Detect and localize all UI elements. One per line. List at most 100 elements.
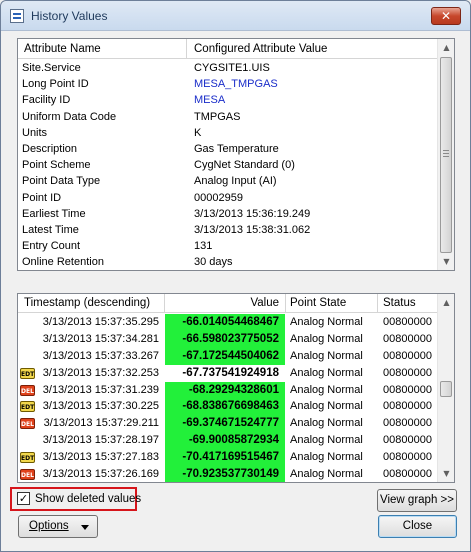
attribute-value: 131 [194,240,213,253]
close-button[interactable]: Close [378,515,457,538]
status-cell: 00800000 [383,417,432,430]
status-cell: 00800000 [383,316,432,328]
status-cell: 00800000 [383,468,432,481]
attribute-row[interactable]: Long Point ID MESA_TMPGAS [18,76,438,92]
title-bar[interactable]: History Values ✕ [1,1,470,31]
attribute-value: 3/13/2013 15:38:31.062 [194,223,311,236]
column-header-attribute-name[interactable]: Attribute Name [18,39,187,59]
status-cell: 00800000 [383,349,432,362]
attribute-row[interactable]: Latest Time 3/13/2013 15:38:31.062 [18,222,438,238]
edited-badge-icon: EDT [20,367,35,379]
attribute-value: 00002959 [194,191,243,204]
attribute-value: TMPGAS [194,110,241,123]
column-header-timestamp[interactable]: Timestamp (descending) [18,294,165,313]
column-header-point-state[interactable]: Point State [286,294,378,313]
show-deleted-label[interactable]: Show deleted values [35,493,141,505]
scrollbar-thumb[interactable] [440,381,452,397]
show-deleted-checkbox[interactable]: ✓ [17,492,30,505]
attribute-row[interactable]: Point Data Type Analog Input (AI) [18,173,438,189]
scroll-up-arrow-icon[interactable]: ▲ [438,294,454,311]
status-cell: 00800000 [383,400,432,413]
attribute-row[interactable]: Point ID 00002959 [18,190,438,206]
attribute-row[interactable]: Site.Service CYGSITE1.UIS [18,60,438,76]
window-title: History Values [31,9,108,23]
status-cell: 00800000 [383,366,432,379]
status-cell: 00800000 [383,451,432,464]
history-row[interactable]: DEL 3/13/2013 15:37:26.169 -70.92353773014… [18,466,438,482]
history-row[interactable]: DEL 3/13/2013 15:37:29.211 -69.37467152477… [18,415,438,433]
attribute-value-link[interactable]: MESA [194,94,225,106]
history-row[interactable]: EDT 3/13/2013 15:37:32.253 -67.73754192491… [18,365,438,382]
timestamp-cell: 3/13/2013 15:37:31.239 [42,383,159,396]
point-state-cell: Analog Normal [290,349,363,362]
history-values-list[interactable]: Timestamp (descending) Value Point State… [17,293,455,483]
attribute-list-scrollbar[interactable]: ▲ ▼ [437,39,454,270]
point-state-cell: Analog Normal [290,451,363,464]
attribute-row[interactable]: Description Gas Temperature [18,141,438,157]
attribute-row[interactable]: Uniform Data Code TMPGAS [18,109,438,125]
attribute-list[interactable]: Attribute Name Configured Attribute Valu… [17,38,455,271]
timestamp-cell: 3/13/2013 15:37:26.169 [42,468,159,481]
point-state-cell: Analog Normal [290,383,363,396]
attribute-row[interactable]: Units K [18,125,438,141]
history-row[interactable]: 3/13/2013 15:37:33.267 -67.172544504062 An… [18,347,438,365]
history-row[interactable]: 3/13/2013 15:37:35.295 -66.014054468467 An… [18,314,438,331]
attribute-row[interactable]: Earliest Time 3/13/2013 15:36:19.249 [18,206,438,222]
history-row[interactable]: 3/13/2013 15:37:28.197 -69.90085872934 Ana… [18,432,438,450]
attribute-list-header: Attribute Name Configured Attribute Valu… [18,39,438,59]
attribute-value-link[interactable]: MESA_TMPGAS [194,78,278,90]
history-list-scrollbar[interactable]: ▲ ▼ [437,294,454,482]
attribute-name: Latest Time [22,223,79,236]
status-cell: 00800000 [383,383,432,396]
attribute-value: 30 days [194,256,233,269]
attribute-value: CYGSITE1.UIS [194,62,270,74]
attribute-row[interactable]: Entry Count 131 [18,238,438,254]
timestamp-cell: 3/13/2013 15:37:29.211 [43,417,159,430]
attribute-name: Point ID [22,191,62,204]
status-cell: 00800000 [383,434,432,447]
history-row[interactable]: EDT 3/13/2013 15:37:27.183 -70.41716951546… [18,449,438,467]
scroll-down-arrow-icon[interactable]: ▼ [438,465,454,482]
column-header-configured-value[interactable]: Configured Attribute Value [188,39,438,59]
point-state-cell: Analog Normal [290,400,363,413]
attribute-row[interactable]: Online Retention 30 days [18,254,438,270]
history-row[interactable]: 3/13/2013 15:37:34.281 -66.598023775052 An… [18,330,438,348]
attribute-name: Uniform Data Code [22,110,117,123]
attribute-value: Analog Input (AI) [194,175,277,188]
scrollbar-thumb[interactable] [440,57,452,253]
attribute-name: Site.Service [22,62,81,74]
window-close-button[interactable]: ✕ [431,7,461,25]
column-header-value[interactable]: Value [165,294,286,313]
timestamp-cell: 3/13/2013 15:37:33.267 [42,349,159,362]
edited-badge-icon: EDT [20,452,35,464]
history-list-body: 3/13/2013 15:37:35.295 -66.014054468467 An… [18,314,438,482]
history-row[interactable]: DEL 3/13/2013 15:37:31.239 -68.29294328601… [18,381,438,399]
timestamp-cell: 3/13/2013 15:37:32.253 [42,366,159,379]
dropdown-arrow-icon [81,525,89,530]
column-header-status[interactable]: Status [378,294,438,313]
attribute-name: Long Point ID [22,78,89,91]
timestamp-cell: 3/13/2013 15:37:28.197 [42,434,159,447]
deleted-badge-icon: DEL [20,469,35,481]
attribute-name: Earliest Time [22,207,86,220]
timestamp-cell: 3/13/2013 15:37:35.295 [42,316,159,328]
timestamp-cell: 3/13/2013 15:37:27.183 [42,451,159,464]
point-state-cell: Analog Normal [290,468,363,481]
scroll-up-arrow-icon[interactable]: ▲ [438,39,454,56]
point-state-cell: Analog Normal [290,332,363,345]
attribute-value: CygNet Standard (0) [194,159,295,172]
attribute-row[interactable]: Facility ID MESA [18,92,438,108]
scroll-down-arrow-icon[interactable]: ▼ [438,253,454,270]
view-graph-button[interactable]: View graph >> [377,489,457,512]
value-cell: -70.417169515467 [165,449,285,467]
attribute-row[interactable]: Point Scheme CygNet Standard (0) [18,157,438,173]
value-cell: -69.374671524777 [165,415,285,433]
options-menu-button[interactable]: Options [18,515,98,538]
value-cell: -67.172544504062 [165,347,285,365]
history-row[interactable]: EDT 3/13/2013 15:37:30.225 -68.83867669846… [18,398,438,416]
point-state-cell: Analog Normal [290,434,363,447]
value-cell: -67.737541924918 [182,366,279,379]
timestamp-cell: 3/13/2013 15:37:34.281 [42,332,159,345]
attribute-value: K [194,126,202,139]
value-cell: -66.014054468467 [165,314,285,331]
